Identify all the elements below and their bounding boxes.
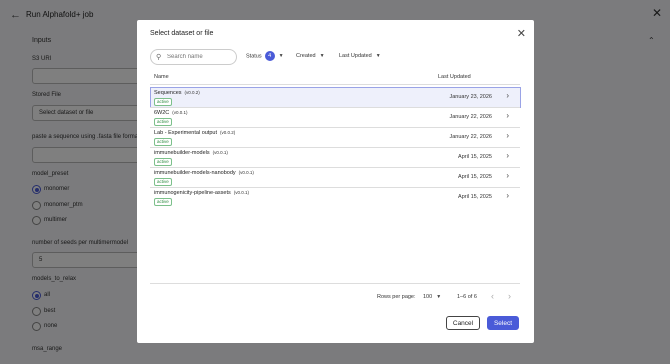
status-badge: active — [154, 138, 172, 146]
row-name: Lab - Experimental output (v0.0.2) — [154, 130, 235, 136]
footer-divider — [150, 283, 520, 284]
status-filter[interactable]: Status 4 ▼ — [246, 51, 284, 61]
cancel-button[interactable]: Cancel — [446, 316, 480, 330]
row-version: (v0.0.2) — [184, 90, 200, 95]
status-badge: active — [154, 98, 172, 106]
table-row[interactable]: immunebuilder-models-nanobody (v0.0.1) act… — [151, 168, 520, 187]
chevron-right-icon[interactable]: › — [506, 191, 509, 200]
row-version: (v0.0.1) — [212, 150, 228, 155]
status-badge: active — [154, 178, 172, 186]
row-name: immunogenicity-pipeline-assets (v0.0.1) — [154, 190, 249, 196]
row-date: January 22, 2026 — [449, 134, 492, 140]
rows-per-page-label: Rows per page: — [377, 294, 416, 300]
chevron-down-icon: ▼ — [319, 53, 325, 59]
row-version: (v0.0.1) — [238, 170, 254, 175]
created-filter-label: Created — [296, 53, 316, 59]
next-page-icon[interactable]: › — [508, 291, 511, 301]
status-badge: active — [154, 118, 172, 126]
status-count-badge: 4 — [264, 51, 275, 61]
row-name-text: 6W2C — [154, 110, 170, 116]
column-header-last-updated: Last Updated — [438, 74, 471, 80]
row-version: (v0.0.2) — [219, 130, 236, 135]
chevron-down-icon: ▼ — [375, 53, 381, 59]
last-updated-filter[interactable]: Last Updated ▼ — [339, 53, 381, 59]
search-box[interactable]: ⚲ — [150, 49, 237, 65]
row-date: April 15, 2025 — [458, 194, 492, 200]
row-name: immunebuilder-models (v0.0.1) — [154, 150, 228, 156]
search-icon: ⚲ — [156, 54, 162, 61]
table-row[interactable]: immunogenicity-pipeline-assets (v0.0.1) ac… — [151, 188, 520, 207]
row-version: (v0.0.1) — [172, 110, 188, 115]
row-name: Sequences (v0.0.2) — [154, 90, 200, 96]
row-date: April 15, 2025 — [458, 174, 492, 180]
table-row[interactable]: 6W2C (v0.0.1) active January 22, 2026 › — [151, 108, 520, 127]
row-name-text: Lab - Experimental output — [154, 130, 217, 136]
chevron-right-icon[interactable]: › — [506, 151, 509, 160]
chevron-right-icon[interactable]: › — [506, 91, 509, 100]
rows-per-page-value: 100 — [423, 294, 433, 300]
table-row[interactable]: immunebuilder-models (v0.0.1) active April … — [151, 148, 520, 167]
chevron-right-icon[interactable]: › — [506, 131, 509, 140]
select-dataset-modal: Select dataset or file ✕ ⚲ Status4▼ Crea… — [137, 20, 534, 343]
last-updated-filter-label: Last Updated — [339, 53, 372, 59]
modal-close-icon[interactable]: ✕ — [517, 27, 526, 40]
row-date: January 22, 2026 — [449, 114, 492, 120]
modal-title: Select dataset or file — [150, 30, 214, 37]
row-version: (v0.0.1) — [233, 190, 249, 195]
chevron-down-icon: ▼ — [436, 294, 442, 300]
search-input[interactable] — [167, 52, 231, 61]
rows-per-page-select[interactable]: 100 ▼ — [423, 294, 441, 300]
column-header-name: Name — [154, 74, 169, 80]
row-date: April 15, 2025 — [458, 154, 492, 160]
row-name-text: immunebuilder-models — [154, 150, 210, 156]
chevron-down-icon: ▼ — [278, 53, 284, 60]
select-button[interactable]: Select — [487, 316, 519, 330]
status-filter-label: Status — [246, 53, 262, 60]
created-filter[interactable]: Created ▼ — [296, 53, 325, 59]
pagination-range: 1–6 of 6 — [457, 294, 477, 300]
table-row[interactable]: Lab - Experimental output (v0.0.2) active J… — [151, 128, 520, 147]
row-name: 6W2C (v0.0.1) — [154, 110, 188, 116]
table-row[interactable]: Sequences (v0.0.2) active January 23, 2026 › — [150, 87, 521, 108]
status-badge: active — [154, 158, 172, 166]
chevron-right-icon[interactable]: › — [506, 171, 509, 180]
header-divider — [150, 84, 520, 85]
status-badge: active — [154, 198, 172, 206]
row-name-text: immunebuilder-models-nanobody — [154, 170, 236, 176]
prev-page-icon[interactable]: ‹ — [491, 291, 494, 301]
row-date: January 23, 2026 — [449, 94, 492, 100]
row-name-text: Sequences — [154, 90, 182, 96]
chevron-right-icon[interactable]: › — [506, 111, 509, 120]
row-name: immunebuilder-models-nanobody (v0.0.1) — [154, 170, 254, 176]
row-name-text: immunogenicity-pipeline-assets — [154, 190, 231, 196]
